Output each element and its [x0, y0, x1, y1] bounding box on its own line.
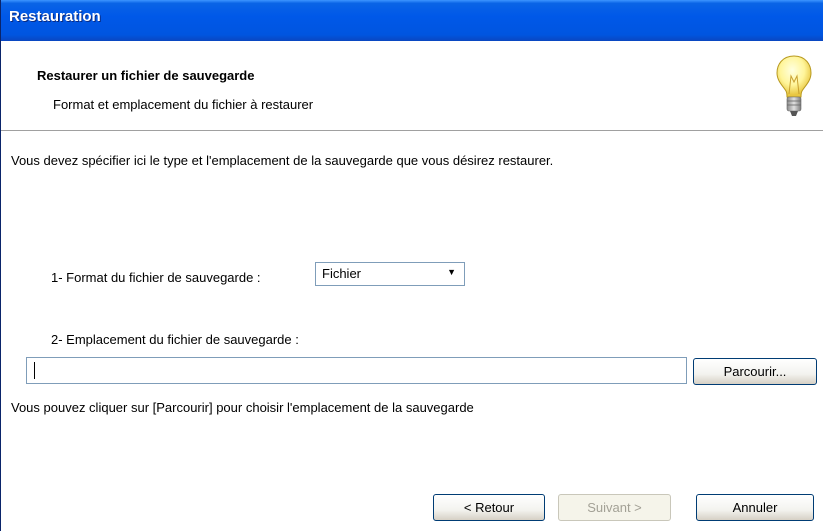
hint-text: Vous pouvez cliquer sur [Parcourir] pour… — [11, 400, 474, 415]
window-title: Restauration — [9, 8, 101, 25]
location-input[interactable] — [26, 357, 687, 384]
text-caret — [34, 362, 35, 379]
lightbulb-icon — [776, 55, 812, 116]
intro-text: Vous devez spécifier ici le type et l'em… — [11, 153, 554, 168]
back-button[interactable]: < Retour — [433, 494, 545, 521]
cancel-button[interactable]: Annuler — [696, 494, 814, 521]
header-title: Restaurer un fichier de sauvegarde — [37, 68, 255, 83]
format-selected-value: Fichier — [322, 266, 362, 281]
browse-button[interactable]: Parcourir... — [693, 358, 817, 385]
title-bar[interactable]: Restauration — [1, 0, 823, 41]
location-label: 2- Emplacement du fichier de sauvegarde … — [51, 332, 299, 347]
wizard-header: Restaurer un fichier de sauvegarde Forma… — [1, 41, 823, 131]
format-dropdown[interactable]: Fichier ▼ — [315, 262, 465, 286]
restore-wizard-window: Restauration Restaurer un fichier de sau… — [0, 0, 823, 531]
next-button[interactable]: Suivant > — [558, 494, 671, 521]
header-subtitle: Format et emplacement du fichier à resta… — [53, 97, 314, 112]
format-label: 1- Format du fichier de sauvegarde : — [51, 270, 261, 285]
dropdown-arrow-icon: ▼ — [447, 267, 456, 277]
